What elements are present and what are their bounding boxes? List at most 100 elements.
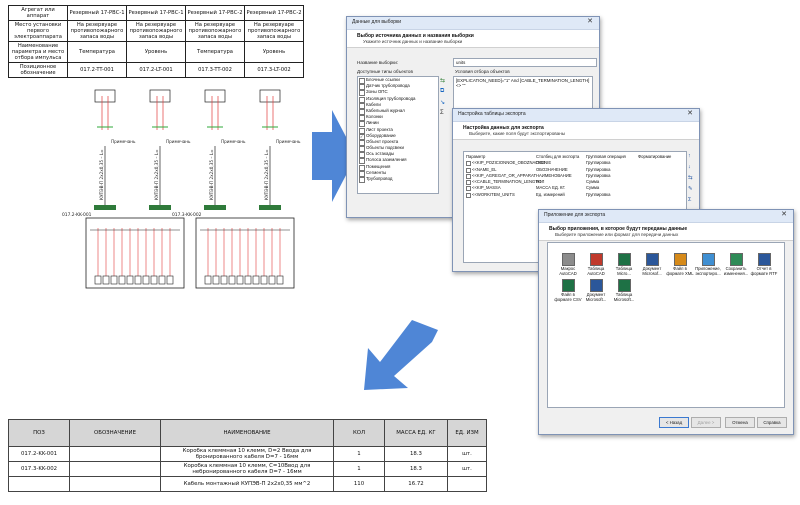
arrow-icon[interactable]: ↘ [440, 99, 448, 110]
sum-icon[interactable]: Σ [440, 110, 448, 121]
table-row: 017.2-KK-001 Коробка клеммная 10 клемм, … [8, 446, 487, 462]
object-type-label: Полоса заземления [366, 157, 407, 163]
export-app-option[interactable]: Таблица Micro... [610, 253, 638, 277]
spec-header-cell: ЕД. ИЗМ [447, 419, 487, 447]
table-row: Кабель монтажный КУПЭВ-П 2х2х0,35 мм^2 1… [8, 476, 487, 492]
spec-cell: 017.3-KK-002 [8, 461, 70, 477]
dialog2-title: Настройка таблицы экспорта [458, 111, 526, 117]
add-icon[interactable]: ⇆ [440, 77, 448, 88]
edit-icon[interactable]: ✎ [688, 184, 696, 195]
terminal-block [102, 275, 110, 285]
cable-label: КУПЭВ-П 2х2х0,35 – L= [209, 149, 214, 200]
app-label: Сохранить изменения... [723, 266, 749, 276]
export-app-option[interactable]: Отчет в формате RTF [750, 253, 778, 277]
object-type-label: Линии [366, 120, 379, 126]
sum-icon[interactable]: Σ [688, 195, 696, 206]
export-app-option[interactable]: Документ Microsoft... [582, 279, 610, 303]
cable-marker [94, 205, 116, 210]
grid-cell: Ед. измерений [536, 191, 565, 197]
spec-cell: Коробка клеммная 10 клемм, D=2 Ввода для… [160, 446, 334, 462]
spec-header-row: ПОЗ ОБОЗНАЧЕНИЕ НАИМЕНОВАНИЕ КОЛ МАССА Е… [8, 419, 487, 447]
move-down-icon[interactable]: ↓ [688, 162, 696, 173]
object-type-label: Объекты подсвеки [366, 145, 404, 151]
table-row: 017.3-KK-002 Коробка клеммная 10 клемм, … [8, 461, 487, 477]
object-types-list[interactable]: Блочные ссылки Датчик трубопровода Зоны ОП… [357, 76, 439, 194]
spec-cell [69, 446, 161, 462]
object-type-label: Сегменты [366, 169, 387, 175]
table-row[interactable]: <<WORKITEM_UNITS Ед. измерений Группировка [466, 192, 684, 198]
export-app-option[interactable]: Таблица Microsoft... [610, 279, 638, 303]
dialog1-header: Выбор источника данных и названия выборк… [347, 30, 599, 48]
checkbox-icon[interactable] [466, 167, 471, 173]
close-icon[interactable]: ✕ [584, 18, 596, 27]
object-type-label: Оборудование [366, 132, 396, 138]
app-icon [617, 253, 631, 266]
back-button[interactable]: < Назад [659, 417, 689, 428]
export-app-option[interactable]: Приложение, экспортиро... [694, 253, 722, 277]
next-button[interactable]: Далее > [691, 417, 721, 428]
dialog2-toolbar: ↑ ↓ ⇆ ✎ Σ [688, 151, 696, 206]
close-icon[interactable]: ✕ [778, 211, 790, 220]
object-types-label: Доступные типы объектов [357, 69, 413, 74]
app-label: Документ Microsof... [642, 266, 662, 276]
note-label: Примечань [111, 139, 136, 144]
spec-header-cell: КОЛ [333, 419, 385, 447]
checkbox-icon[interactable] [466, 192, 471, 198]
dialog1-toolbar: ⇆ ⧉ ↘ Σ [440, 77, 448, 121]
sensor-block [204, 89, 226, 103]
spec-cell: 1 [333, 461, 385, 477]
flow-arrow-down-left [364, 320, 438, 390]
object-type-label: Трубопровод [366, 176, 393, 181]
export-app-option[interactable]: Таблица AutoCAD [582, 253, 610, 277]
spec-cell [69, 476, 161, 492]
dialog3-titlebar: Приложение для экспорта ✕ [539, 210, 793, 223]
spec-header-cell: ПОЗ [8, 419, 70, 447]
cable-marker [259, 205, 281, 210]
spec-cell [69, 461, 161, 477]
dialog3-header: Выбор приложения, в которое будут переда… [539, 223, 793, 241]
selection-name-input[interactable]: units [453, 58, 597, 67]
spec-cell [447, 476, 487, 492]
app-icon [645, 253, 659, 266]
checkbox-icon[interactable] [359, 177, 365, 183]
apps-panel: Макрос AutoCAD Таблица AutoCAD Таблица Mic… [547, 242, 785, 408]
spec-cell: 110 [333, 476, 385, 492]
export-app-option[interactable]: Сохранить изменения... [722, 253, 750, 277]
object-type-item[interactable]: Трубопровод [358, 176, 438, 183]
app-icon [673, 253, 687, 266]
object-type-label: Кабельный журнал [366, 107, 405, 113]
dialog2-titlebar: Настройка таблицы экспорта ✕ [453, 109, 699, 122]
copy-icon[interactable]: ⧉ [440, 88, 448, 99]
note-label: Примечань [276, 139, 301, 144]
sensor-block [149, 89, 171, 103]
object-type-label: Помещения [366, 163, 391, 169]
junction-box-label: 017.2-KK-001 [62, 212, 92, 218]
export-app-option[interactable]: Макрос AutoCAD [554, 253, 582, 277]
checkbox-icon[interactable] [466, 161, 471, 167]
specification-table: ПОЗ ОБОЗНАЧЕНИЕ НАИМЕНОВАНИЕ КОЛ МАССА Е… [8, 419, 487, 492]
spec-cell: 18.3 [384, 446, 448, 462]
spec-header-cell: МАССА ЕД. КГ [384, 419, 448, 447]
export-app-option[interactable]: Документ Microsof... [638, 253, 666, 277]
checkbox-icon[interactable] [466, 186, 471, 192]
app-label: Таблица Micro... [615, 266, 633, 276]
grid-cell: <<WORKITEM_UNITS [472, 191, 515, 197]
help-button[interactable]: Справка [757, 417, 787, 428]
move-up-icon[interactable]: ↑ [688, 151, 696, 162]
add-field-icon[interactable]: ⇆ [688, 173, 696, 184]
object-type-label: Лист проекта [366, 126, 393, 132]
checkbox-icon[interactable] [466, 173, 471, 179]
object-type-label: Зоны ОПС [366, 89, 388, 95]
export-app-option[interactable]: Файл в формате XML [666, 253, 694, 277]
export-app-option[interactable]: Файл в формате CSV [554, 279, 582, 303]
terminal-block [166, 275, 174, 285]
terminal-block [94, 275, 102, 285]
cancel-button[interactable]: Отмена [725, 417, 755, 428]
checkbox-icon[interactable] [466, 180, 471, 186]
terminal-block [134, 275, 142, 285]
app-label: Файл в формате CSV [554, 292, 582, 302]
spec-header-cell: ОБОЗНАЧЕНИЕ [69, 419, 161, 447]
spec-cell [8, 476, 70, 492]
terminal-block [276, 275, 284, 285]
close-icon[interactable]: ✕ [684, 110, 696, 119]
